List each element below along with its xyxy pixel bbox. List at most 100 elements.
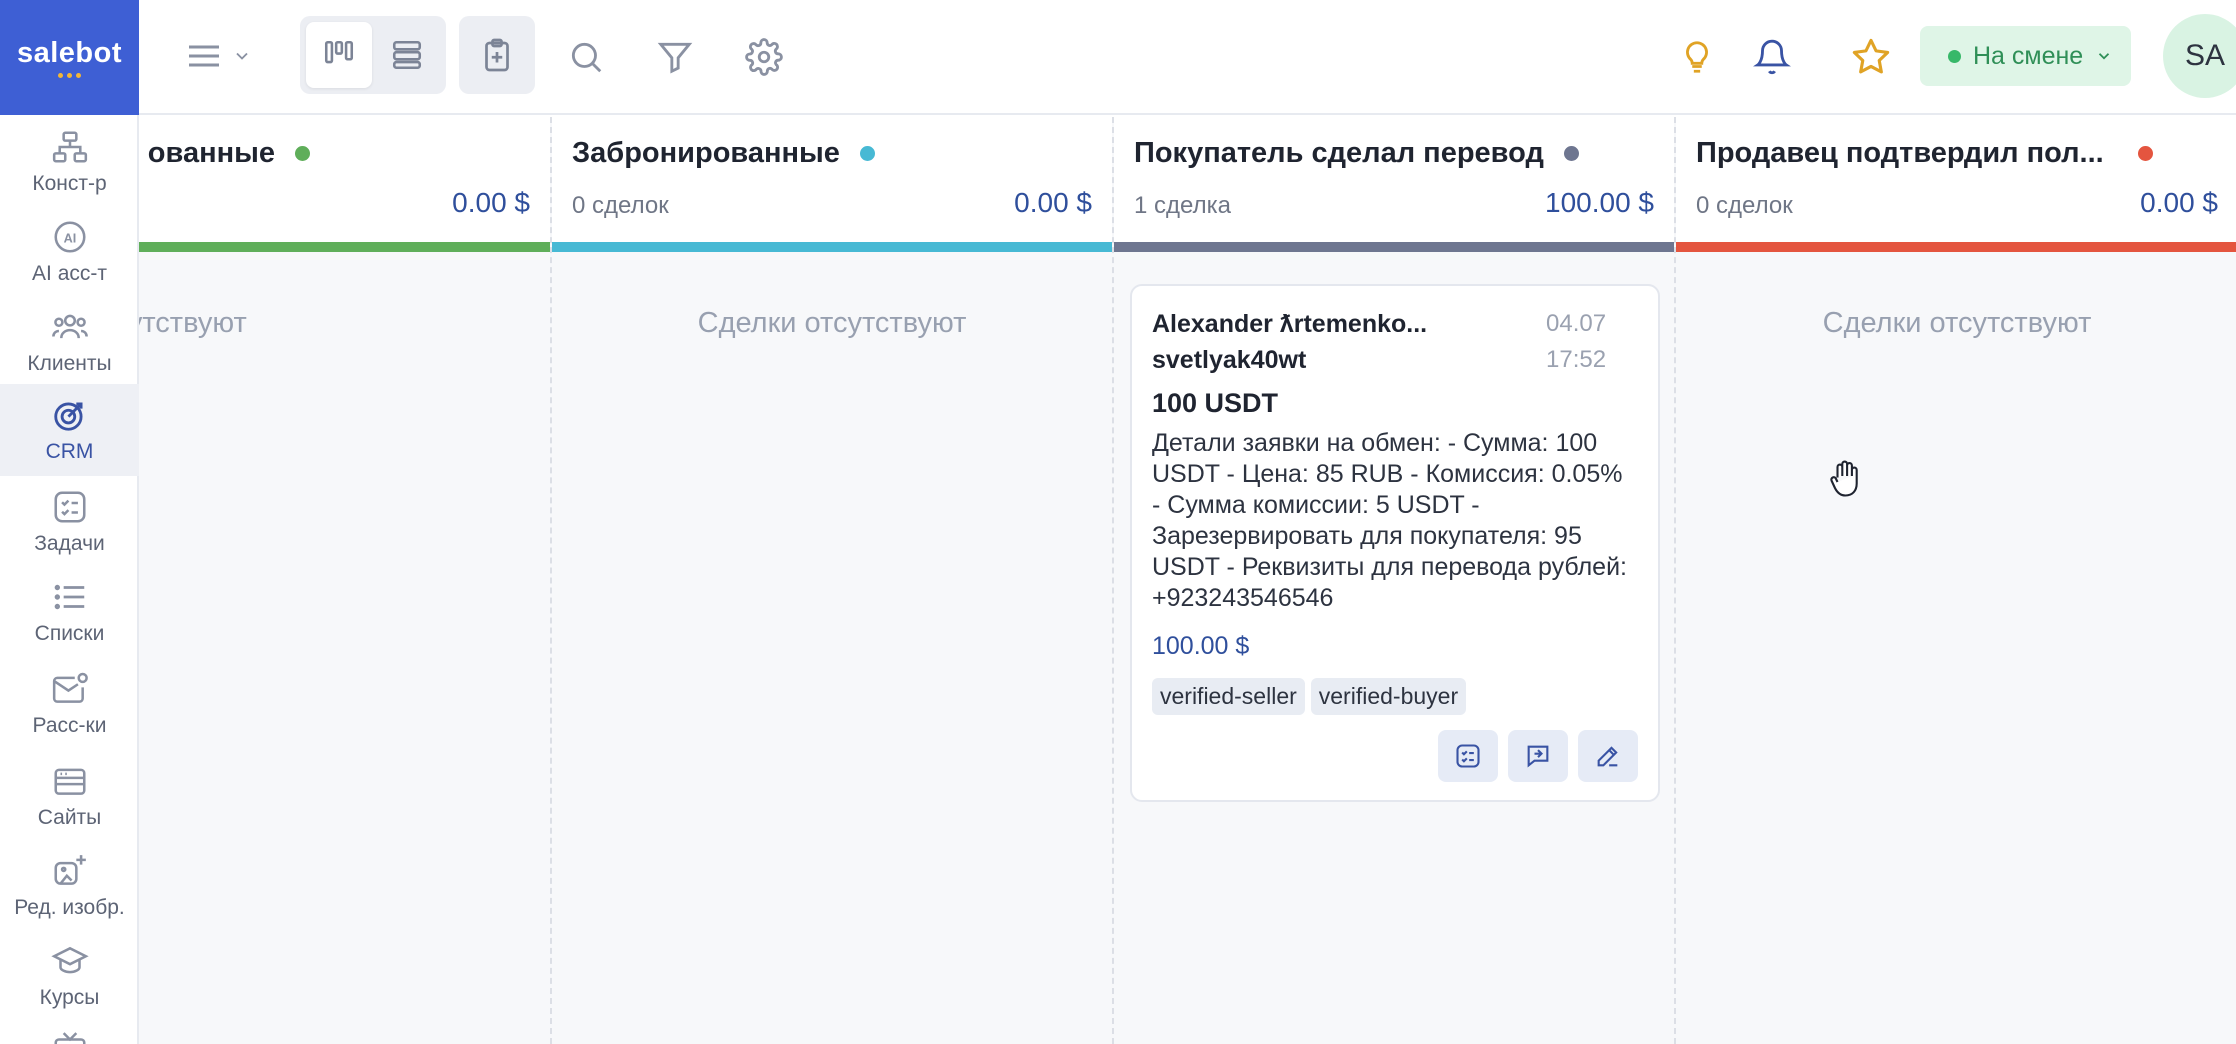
tips-button[interactable] [1672,32,1722,82]
clipboard-plus-icon [485,38,509,72]
deal-description: Детали заявки на обмен: - Сумма: 100 USD… [1152,429,1627,612]
bell-icon [1753,39,1791,75]
sidebar: salebot Конст-р AI AI асс-т Клиенты CRM … [0,0,139,1044]
column-color-dot [859,146,875,161]
column-sum: 100.00 $ [1545,187,1654,218]
graduation-cap-icon [50,946,89,974]
chat-icon [1527,745,1549,768]
sitemap-icon [52,131,87,163]
notifications-button[interactable] [1747,32,1797,82]
sidebar-item-more[interactable] [0,1030,139,1044]
sidebar-item-label: AI асс-т [32,262,107,285]
deal-title: 100 USDT [1152,388,1279,418]
pipeline-column: ованные 0.00 $ Сделки отсутствуют [139,117,552,1044]
tag-badge[interactable]: verified-buyer [1310,678,1467,715]
kanban-icon [324,40,354,64]
deal-edit-button[interactable] [1578,730,1638,782]
column-color-bar [139,242,550,252]
gear-icon [745,38,783,76]
column-header[interactable]: Забронированные 0 сделок 0.00 $ [552,117,1112,252]
search-icon [571,42,602,73]
column-color-dot [1563,146,1579,161]
sidebar-item-clients[interactable]: Клиенты [0,308,139,376]
tv-icon [53,1032,86,1044]
deal-card[interactable]: Alexander ƛrtemenko... svetlyak40wt 04.0… [1130,284,1660,802]
salebot-logo[interactable]: salebot [0,0,139,115]
list-icon [54,584,84,610]
column-sum: 0.00 $ [2140,187,2218,218]
add-deal-button[interactable] [459,16,535,94]
mail-icon [52,672,88,703]
deal-tasks-button[interactable] [1438,730,1498,782]
view-toggle [300,16,446,94]
sidebar-item-crm[interactable]: CRM [0,384,139,476]
column-sum: 0.00 $ [1014,187,1092,218]
logo-text: salebot [16,37,123,69]
column-title: Продавец подтвердил пол... [1696,137,2153,170]
tag-badge[interactable]: verified-seller [1152,678,1305,715]
sidebar-item-courses[interactable]: Курсы [0,942,139,1010]
sidebar-item-label: Конст-р [32,172,107,195]
svg-text:AI: AI [63,232,76,246]
kanban-view-button[interactable] [306,22,372,88]
target-icon [53,402,83,431]
logo-dots [58,73,81,78]
column-title: Забронированные [572,137,875,170]
column-color-bar [1114,242,1674,252]
sidebar-item-constructor[interactable]: Конст-р [0,128,139,196]
sidebar-item-image-editor[interactable]: Ред. изобр. [0,852,139,920]
sidebar-item-label: Клиенты [27,352,112,375]
status-dot [1948,49,1961,63]
column-header[interactable]: Покупатель сделал перевод 1 сделка 100.0… [1114,117,1674,252]
ai-icon: AI [53,221,86,253]
sidebar-item-label: Расс-ки [32,714,107,737]
menu-dropdown[interactable] [183,33,255,79]
star-icon [1852,38,1890,74]
chevron-down-icon [2099,53,2110,60]
sidebar-item-lists[interactable]: Списки [0,578,139,646]
checklist-icon [1456,744,1480,768]
sidebar-item-ai-assistant[interactable]: AI AI асс-т [0,218,139,286]
settings-button[interactable] [739,32,789,82]
lightbulb-icon [1686,41,1708,73]
top-bar: На смене SA [139,0,2236,115]
column-deal-count: 1 сделка [1134,192,1231,219]
column-header[interactable]: Продавец подтвердил пол... 0 сделок 0.00… [1676,117,2236,252]
hamburger-icon [189,45,219,67]
column-color-bar [1676,242,2236,252]
sidebar-item-sites[interactable]: Сайты [0,762,139,830]
sidebar-item-label: Задачи [34,532,105,555]
shift-status-dropdown[interactable]: На смене [1920,26,2131,86]
column-title: ованные [148,137,310,170]
column-title: Покупатель сделал перевод [1134,137,1579,170]
filter-icon [657,42,693,74]
sidebar-item-label: Сайты [37,806,102,829]
shift-status-label: На смене [1973,41,2084,70]
empty-column-message: Сделки отсутствуют [697,307,967,339]
column-deal-count: 0 сделок [1696,192,1793,219]
pipeline-column: Покупатель сделал перевод 1 сделка 100.0… [1114,117,1676,1044]
website-icon [53,768,86,795]
empty-column-message: Сделки отсутствуют [1822,307,2092,339]
sidebar-item-tasks[interactable]: Задачи [0,488,139,556]
grab-cursor-icon [1827,458,1863,505]
image-edit-icon [53,855,86,885]
rows-icon [392,40,422,70]
list-view-button[interactable] [374,22,440,88]
column-color-dot [2137,146,2153,161]
users-icon [51,314,88,339]
deal-sum: 100.00 $ [1152,632,1250,660]
column-header[interactable]: ованные 0.00 $ [139,117,550,252]
pipeline-column: Продавец подтвердил пол... 0 сделок 0.00… [1676,117,2236,1044]
sidebar-item-label: Списки [34,622,105,645]
favorites-button[interactable] [1844,30,1898,84]
deal-timestamp: 04.07 17:52 [1546,310,1607,373]
sidebar-item-mailings[interactable]: Расс-ки [0,670,139,738]
search-button[interactable] [561,32,611,82]
user-avatar[interactable]: SA [2163,14,2236,98]
deal-chat-button[interactable] [1508,730,1568,782]
filter-button[interactable] [650,32,700,82]
column-deal-count: 0 сделок [572,192,669,219]
pencil-icon [1597,746,1618,767]
deal-tags: verified-seller verified-buyer [1152,678,1467,715]
